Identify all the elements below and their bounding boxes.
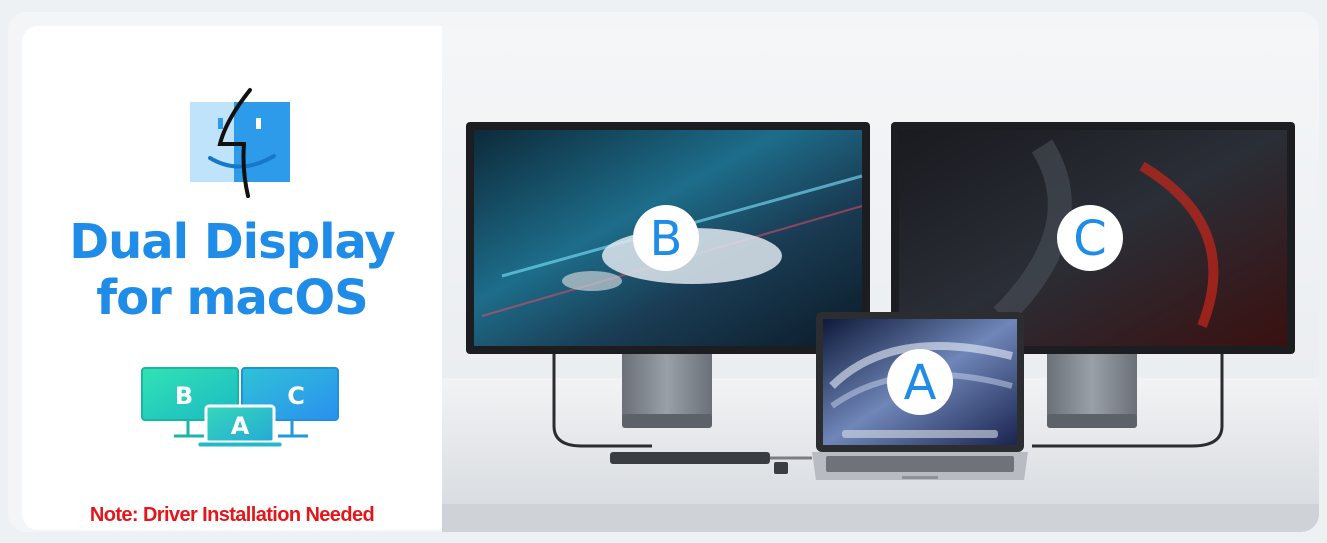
monitor-label-c: C bbox=[1073, 211, 1107, 267]
info-panel: Dual Display for macOS B C A Note: Drive… bbox=[22, 26, 442, 530]
layout-label-a: A bbox=[231, 412, 250, 440]
dual-display-layout-icon: B C A bbox=[141, 367, 339, 448]
layout-label-b: B bbox=[175, 382, 193, 410]
headline-line2: for macOS bbox=[96, 270, 368, 326]
desk-setup-illustration: B C A bbox=[442, 26, 1319, 532]
layout-label-c: C bbox=[287, 382, 305, 410]
finder-icon bbox=[190, 88, 290, 198]
monitor-label-b: B bbox=[650, 211, 683, 267]
product-banner: Dual Display for macOS B C A Note: Drive… bbox=[8, 12, 1319, 532]
laptop-label-a: A bbox=[904, 355, 937, 411]
product-photo-scene: B C A bbox=[442, 26, 1319, 532]
headline-line1: Dual Display bbox=[69, 214, 395, 270]
headline: Dual Display for macOS bbox=[22, 214, 442, 326]
driver-note: Note: Driver Installation Needed bbox=[89, 504, 375, 526]
